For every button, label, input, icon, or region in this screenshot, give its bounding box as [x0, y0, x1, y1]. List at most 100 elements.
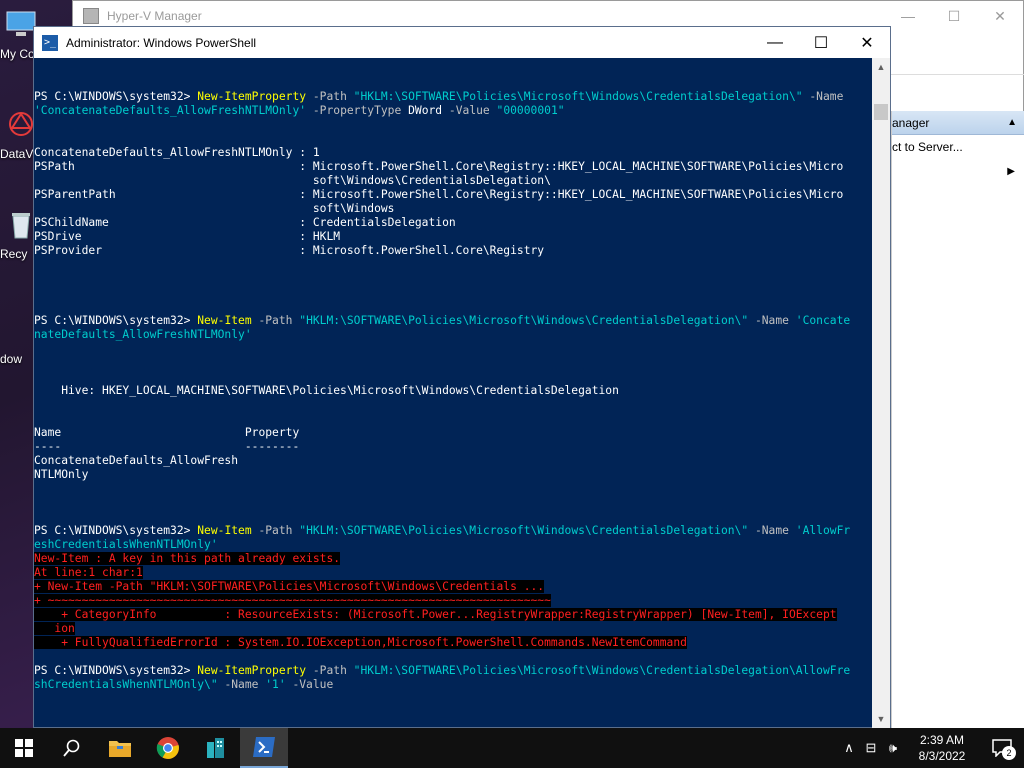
minimize-icon[interactable]: — — [752, 27, 798, 58]
console-line: + FullyQualifiedErrorId : System.IO.IOEx… — [34, 636, 874, 650]
file-explorer-button[interactable] — [96, 728, 144, 768]
powershell-icon: >_ — [42, 34, 58, 51]
console-text: + ~~~~~~~~~~~~~~~~~~~~~~~~~~~~~~~~~~~~~~… — [34, 594, 551, 607]
notification-center-button[interactable]: 2 — [980, 728, 1024, 768]
console-text: PS C:\WINDOWS\system32> — [34, 90, 198, 103]
powershell-title: Administrator: Windows PowerShell — [66, 35, 257, 50]
chrome-button[interactable] — [144, 728, 192, 768]
actions-header[interactable]: anager ▲ — [892, 111, 1024, 135]
console-text: 'ConcatenateDefaults_AllowFreshNTLMOnly' — [34, 104, 307, 117]
action-submenu[interactable]: ▶ — [892, 159, 1024, 183]
console-text: + New-Item -Path "HKLM:\SOFTWARE\Policie… — [34, 580, 545, 593]
volume-icon[interactable]: 🕪 — [882, 740, 904, 756]
actions-pane: anager ▲ ct to Server... ▶ — [891, 111, 1024, 729]
chevron-up-icon[interactable]: ∧ — [838, 740, 860, 756]
console-line: + CategoryInfo : ResourceExists: (Micros… — [34, 608, 874, 622]
console-text: ConcatenateDefaults_AllowFreshNTLMOnly :… — [34, 146, 320, 159]
clock-time: 2:39 AM — [919, 733, 965, 747]
console-text: "00000001" — [496, 104, 565, 117]
clock-date: 8/3/2022 — [918, 749, 966, 763]
console-text: Hive: HKEY_LOCAL_MACHINE\SOFTWARE\Polici… — [34, 384, 619, 397]
console-text: PSPath : Microsoft.PowerShell.Core\Regis… — [34, 160, 844, 173]
console-text: -Name — [802, 90, 844, 103]
console-text: -Path — [306, 90, 354, 103]
minimize-icon[interactable]: — — [885, 8, 931, 25]
powershell-window[interactable]: >_ Administrator: Windows PowerShell — ☐… — [33, 26, 891, 728]
folder-icon — [109, 741, 131, 757]
hyperv-toolbar — [891, 53, 1024, 75]
console-text: nateDefaults_AllowFreshNTLMOnly' — [34, 328, 252, 341]
console-text: New-Item — [197, 314, 252, 327]
scroll-down-icon[interactable]: ▼ — [872, 710, 890, 728]
console-line: Name Property — [34, 426, 874, 440]
console-line: PS C:\WINDOWS\system32> New-Item -Path "… — [34, 314, 874, 328]
collapse-arrow-icon[interactable]: ▲ — [1007, 117, 1017, 128]
windows-logo-icon — [15, 739, 33, 757]
taskbar: ∧ ⊟ 🕪 2:39 AM 8/3/2022 2 — [0, 728, 1024, 768]
console-output[interactable]: PS C:\WINDOWS\system32> New-ItemProperty… — [34, 58, 874, 728]
console-text: PSChildName : CredentialsDelegation — [34, 216, 456, 229]
powershell-button[interactable] — [240, 728, 288, 768]
submenu-arrow-icon: ▶ — [1007, 165, 1015, 177]
console-text: -Name — [748, 524, 796, 537]
console-text: New-ItemProperty — [197, 664, 307, 677]
console-text: DWord — [408, 104, 443, 117]
scroll-thumb[interactable] — [874, 104, 888, 120]
console-line: PSParentPath : Microsoft.PowerShell.Core… — [34, 188, 874, 202]
console-line: PS C:\WINDOWS\system32> New-ItemProperty… — [34, 664, 874, 678]
console-line: PSDrive : HKLM — [34, 230, 874, 244]
maximize-icon[interactable]: ☐ — [931, 8, 977, 25]
console-line: soft\Windows — [34, 202, 874, 216]
console-line: ion — [34, 622, 874, 636]
console-text: PSProvider : Microsoft.PowerShell.Core\R… — [34, 244, 545, 257]
console-text: PSParentPath : Microsoft.PowerShell.Core… — [34, 188, 844, 201]
console-text: 'Concate — [795, 314, 851, 327]
maximize-icon[interactable]: ☐ — [798, 27, 844, 58]
buildings-app-button[interactable] — [192, 728, 240, 768]
console-text: PS C:\WINDOWS\system32> — [34, 664, 198, 677]
network-icon[interactable]: ⊟ — [860, 740, 882, 756]
console-line: ConcatenateDefaults_AllowFresh — [34, 454, 874, 468]
console-text: ion — [34, 622, 75, 635]
console-text: "HKLM:\SOFTWARE\Policies\Microsoft\Windo… — [353, 664, 851, 677]
console-line: ConcatenateDefaults_AllowFreshNTLMOnly :… — [34, 146, 874, 160]
action-connect-to-server[interactable]: ct to Server... — [892, 135, 1024, 159]
search-button[interactable] — [48, 728, 96, 768]
console-text: -Value — [285, 678, 334, 691]
console-text: shCredentialsWhenNTLMOnly\" — [34, 678, 218, 691]
console-text: -Path — [306, 664, 354, 677]
console-text: -Path — [251, 314, 300, 327]
console-scrollbar[interactable]: ▲ ▼ — [872, 58, 890, 728]
console-text: NTLMOnly — [34, 468, 89, 481]
console-line: shCredentialsWhenNTLMOnly\" -Name '1' -V… — [34, 678, 874, 692]
console-text: PSDrive : HKLM — [34, 230, 341, 243]
close-icon[interactable]: ✕ — [977, 8, 1023, 25]
start-button[interactable] — [0, 728, 48, 768]
console-line: nateDefaults_AllowFreshNTLMOnly' — [34, 328, 874, 342]
notification-badge: 2 — [1002, 746, 1016, 760]
close-icon[interactable]: ✕ — [844, 27, 890, 58]
action-label: ct to Server... — [892, 140, 963, 154]
console-text: soft\Windows — [34, 202, 395, 215]
console-text: 'AllowFr — [795, 524, 851, 537]
console-text: -Name — [748, 314, 796, 327]
console-line: eshCredentialsWhenNTLMOnly' — [34, 538, 874, 552]
console-text: ConcatenateDefaults_AllowFresh — [34, 454, 239, 467]
scroll-up-icon[interactable]: ▲ — [872, 58, 890, 76]
console-line: New-Item : A key in this path already ex… — [34, 552, 874, 566]
powershell-titlebar[interactable]: >_ Administrator: Windows PowerShell — ☐… — [34, 27, 890, 58]
console-line: 'ConcatenateDefaults_AllowFreshNTLMOnly'… — [34, 104, 874, 118]
console-text: + CategoryInfo : ResourceExists: (Micros… — [34, 608, 837, 621]
clock[interactable]: 2:39 AM 8/3/2022 — [904, 732, 980, 764]
console-text: New-ItemProperty — [197, 90, 307, 103]
chrome-icon — [156, 737, 179, 759]
